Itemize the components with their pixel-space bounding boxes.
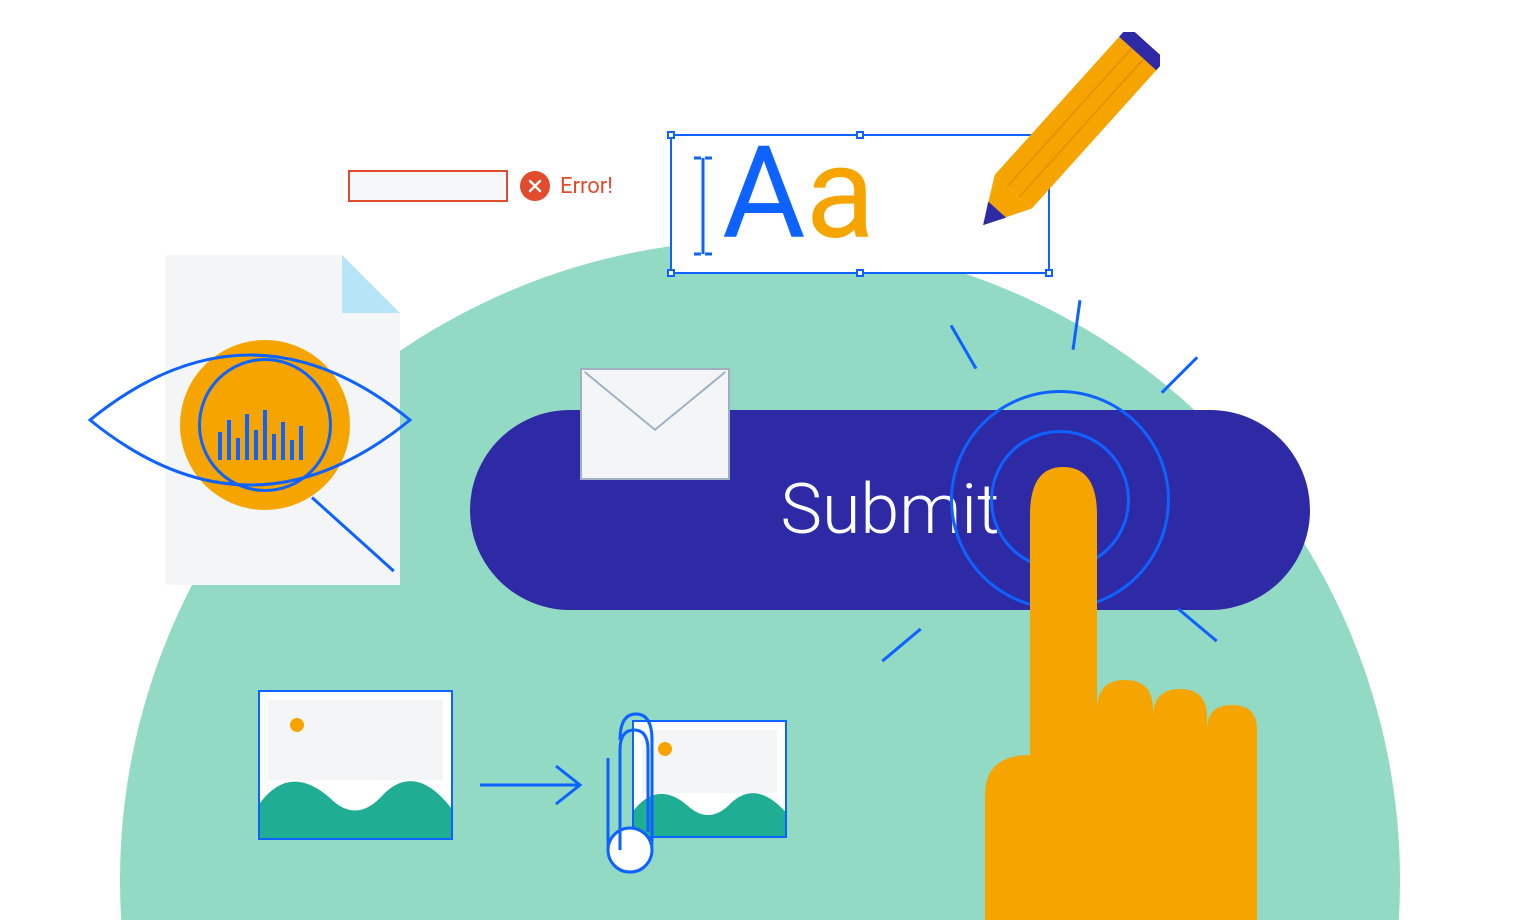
illustration-stage: Error! Aa bbox=[0, 0, 1540, 920]
error-label: Error! bbox=[560, 174, 613, 199]
error-field-group: Error! bbox=[348, 170, 613, 202]
text-cursor-icon bbox=[692, 154, 714, 258]
pencil-icon bbox=[920, 32, 1160, 292]
typography-lowercase: a bbox=[806, 119, 876, 269]
pointing-hand-icon bbox=[925, 455, 1325, 920]
paperclip-icon bbox=[600, 700, 660, 880]
analytics-bars-icon bbox=[218, 410, 303, 460]
image-thumbnail-large bbox=[258, 690, 453, 840]
error-input-field[interactable] bbox=[348, 170, 508, 202]
selection-handle-icon[interactable] bbox=[667, 131, 675, 139]
selection-handle-icon[interactable] bbox=[856, 269, 864, 277]
arrow-right-icon bbox=[478, 760, 588, 810]
typography-capital: A bbox=[722, 119, 806, 269]
selection-handle-icon[interactable] bbox=[667, 269, 675, 277]
tap-spark-icon bbox=[1161, 356, 1198, 393]
envelope-icon bbox=[580, 368, 730, 480]
typography-sample: Aa bbox=[722, 130, 875, 258]
error-close-icon bbox=[520, 171, 550, 201]
